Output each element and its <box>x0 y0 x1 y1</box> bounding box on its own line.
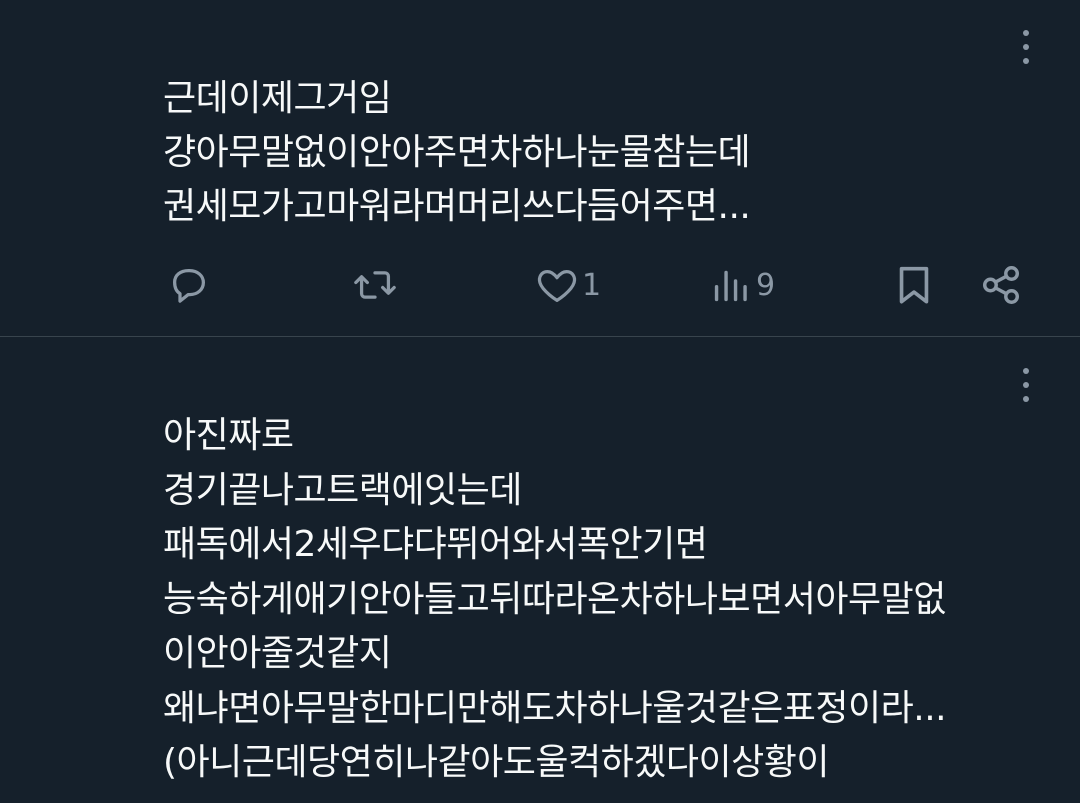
heart-icon <box>537 269 577 302</box>
tweet-text-line: 근데이제그거임 <box>163 78 392 119</box>
tweet-text-line: 이안아줄것같지 <box>163 633 392 674</box>
retweet-button[interactable] <box>352 262 398 308</box>
tweet-text-line: 아진짜로 <box>163 415 294 456</box>
tweet-text-line: 걍아무말없이안아주면차하나눈물참는데 <box>163 132 751 173</box>
tweet-text: 근데이제그거임 걍아무말없이안아주면차하나눈물참는데 권세모가고마워라며머리쓰다… <box>163 72 1043 234</box>
reply-button[interactable] <box>166 262 212 308</box>
tweet-text-line: 능숙하게애기안아들고뒤따라온차하나보면서아무말없 <box>163 578 946 620</box>
more-options-icon[interactable] <box>1014 30 1038 64</box>
views-icon <box>714 270 747 302</box>
more-dot <box>1023 30 1029 36</box>
view-count: 9 <box>756 267 776 303</box>
more-dot <box>1023 396 1029 402</box>
tweet[interactable]: 아진짜로 경기끝나고트랙에잇는데 패독에서2세우댜댜뛰어와서폭안기면 능숙하게애… <box>0 337 1080 803</box>
tweet-text-line: 경기끝나고트랙에잇는데 <box>163 469 522 511</box>
bookmark-button[interactable] <box>891 262 937 308</box>
more-options-icon[interactable] <box>1014 368 1038 402</box>
like-count: 1 <box>582 267 602 303</box>
tweet-text-line: 왜냐면아무말한마디만해도차하나울것같은표정이라... <box>163 687 947 729</box>
more-dot <box>1023 58 1029 64</box>
tweet-actions: 1 9 <box>0 262 1080 308</box>
tweet-text-line: 권세모가고마워라며머리쓰다듬어주면... <box>163 186 751 227</box>
reply-icon <box>172 268 206 303</box>
bookmark-icon <box>899 266 929 304</box>
share-icon <box>982 266 1020 304</box>
tweet-text-line: (아니근데당연히나같아도울컥하겠다이상황이 <box>163 742 829 783</box>
retweet-icon <box>354 271 396 299</box>
tweet-text: 아진짜로 경기끝나고트랙에잇는데 패독에서2세우댜댜뛰어와서폭안기면 능숙하게애… <box>163 409 1043 791</box>
more-dot <box>1023 44 1029 50</box>
more-dot <box>1023 368 1029 374</box>
more-dot <box>1023 382 1029 388</box>
views-button[interactable]: 9 <box>712 262 775 308</box>
share-button[interactable] <box>978 262 1024 308</box>
like-button[interactable]: 1 <box>534 262 601 308</box>
tweet-text-line: 패독에서2세우댜댜뛰어와서폭안기면 <box>163 524 708 565</box>
tweet[interactable]: 근데이제그거임 걍아무말없이안아주면차하나눈물참는데 권세모가고마워라며머리쓰다… <box>0 0 1080 336</box>
